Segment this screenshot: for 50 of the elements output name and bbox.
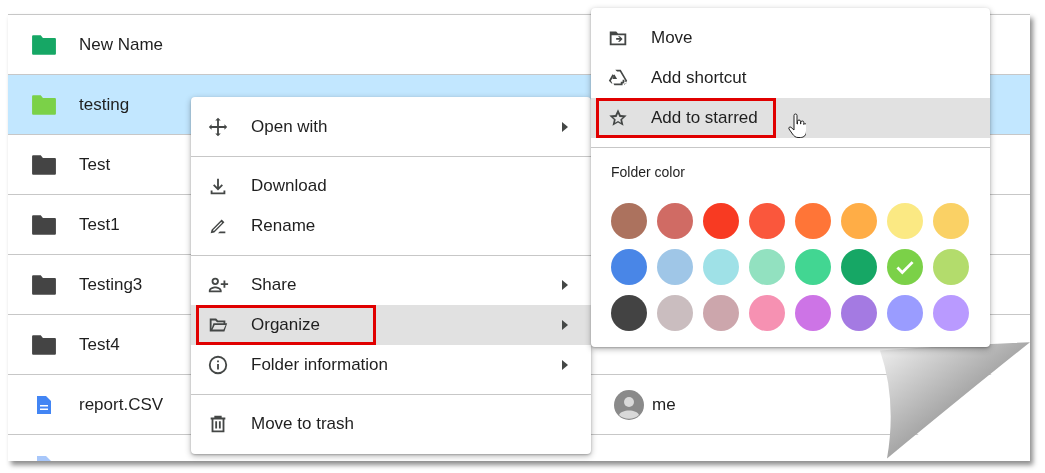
- color-swatch[interactable]: [795, 295, 831, 331]
- color-swatch[interactable]: [933, 249, 969, 285]
- color-swatch[interactable]: [703, 203, 739, 239]
- color-swatch[interactable]: [841, 203, 877, 239]
- caret-icon: [561, 359, 569, 371]
- menu-item[interactable]: Download: [191, 166, 591, 206]
- file-name: Test1: [79, 214, 120, 235]
- file-name: Test: [79, 154, 111, 175]
- avatar-icon: [614, 389, 644, 420]
- hand-cursor-icon: [788, 113, 806, 139]
- file-name: report.CSV: [79, 394, 164, 415]
- owner-name: me: [652, 394, 676, 415]
- file-name: testing: [79, 94, 130, 115]
- color-swatch[interactable]: [657, 295, 693, 331]
- color-swatch[interactable]: [703, 249, 739, 285]
- color-swatch[interactable]: [887, 295, 923, 331]
- file-name: New Name: [79, 34, 164, 55]
- color-swatch[interactable]: [749, 249, 785, 285]
- color-swatch[interactable]: [703, 295, 739, 331]
- menu-item[interactable]: Open with: [191, 107, 591, 147]
- section-label: Folder color: [610, 163, 686, 182]
- color-swatch[interactable]: [657, 203, 693, 239]
- color-swatch[interactable]: [841, 249, 877, 285]
- info-icon: [207, 354, 229, 376]
- file-name: Test4: [79, 334, 120, 355]
- color-swatch[interactable]: [611, 295, 647, 331]
- open-with-icon: [207, 116, 229, 138]
- color-swatch[interactable]: [795, 249, 831, 285]
- menu-item[interactable]: Organize: [191, 305, 591, 345]
- color-swatch[interactable]: [611, 249, 647, 285]
- color-swatch[interactable]: [933, 295, 969, 331]
- menu-item[interactable]: Rename: [191, 206, 591, 246]
- color-swatch[interactable]: [749, 295, 785, 331]
- caret-icon: [561, 319, 569, 331]
- color-swatch[interactable]: [841, 295, 877, 331]
- menu-item[interactable]: Share: [191, 265, 591, 305]
- color-swatch[interactable]: [795, 203, 831, 239]
- menu-item[interactable]: Move to trash: [191, 404, 591, 444]
- file-name: Testing3: [79, 274, 143, 295]
- menu-item[interactable]: Add to starred: [591, 98, 990, 138]
- menu-item[interactable]: Folder information: [191, 345, 591, 385]
- color-swatch[interactable]: [749, 203, 785, 239]
- color-swatch[interactable]: [657, 249, 693, 285]
- caret-icon: [561, 279, 569, 291]
- color-swatch[interactable]: [887, 203, 923, 239]
- caret-icon: [561, 121, 569, 133]
- color-swatch[interactable]: [611, 203, 647, 239]
- color-swatch[interactable]: [887, 249, 923, 285]
- menu-item[interactable]: Move: [591, 18, 990, 58]
- color-swatch[interactable]: [933, 203, 969, 239]
